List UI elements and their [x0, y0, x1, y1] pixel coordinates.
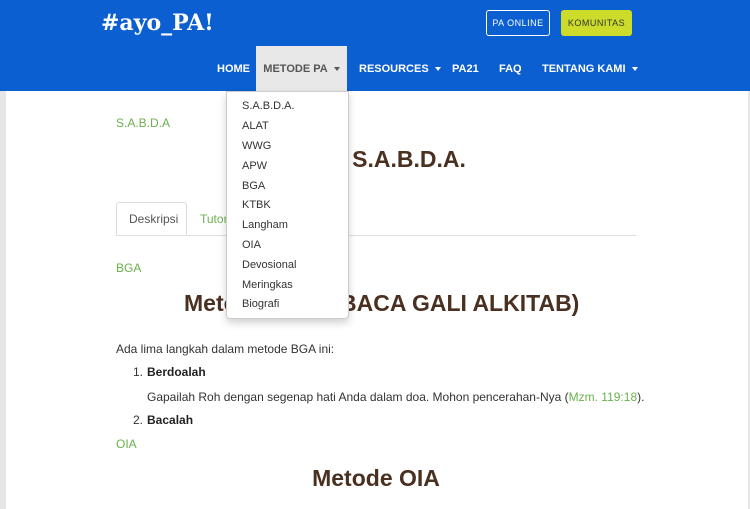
nav-faq-label: FAQ	[499, 62, 522, 75]
step-description: Gapailah Roh dengan segenap hati Anda da…	[147, 390, 644, 404]
step-title: Berdoalah	[147, 365, 206, 379]
komunitas-button[interactable]: KOMUNITAS	[561, 10, 632, 36]
tab-bar: Deskripsi Tutor	[116, 202, 636, 236]
navbar: #ayo_PA! PA ONLINE KOMUNITAS HOME METODE…	[0, 0, 750, 91]
step-number: 2.	[133, 413, 144, 427]
dropdown-item-ktbk[interactable]: KTBK	[242, 199, 271, 211]
nav-metode-pa[interactable]: METODE PA	[256, 46, 347, 91]
pa-online-button[interactable]: PA ONLINE	[486, 10, 550, 36]
nav-pa21-label: PA21	[452, 62, 479, 75]
tab-tutorial-label: Tutor	[200, 211, 228, 226]
tab-tutorial[interactable]: Tutor	[200, 202, 228, 235]
nav-metode-pa-label: METODE PA	[263, 62, 328, 75]
tab-deskripsi-label: Deskripsi	[129, 211, 179, 226]
dropdown-item-alat[interactable]: ALAT	[242, 120, 269, 132]
nav-home[interactable]: HOME	[217, 46, 250, 91]
step-description-end: ).	[637, 390, 645, 404]
bible-reference-link[interactable]: Mzm. 119:18	[569, 390, 637, 404]
nav-resources-label: RESOURCES	[359, 62, 429, 75]
dropdown-item-bga[interactable]: BGA	[242, 180, 265, 192]
dropdown-item-oia[interactable]: OIA	[242, 239, 261, 251]
step-number: 1.	[133, 365, 144, 379]
bga-intro-text: Ada lima langkah dalam metode BGA ini:	[116, 342, 335, 356]
caret-down-icon	[333, 66, 340, 71]
dropdown-item-apw[interactable]: APW	[242, 160, 267, 172]
page-title: e S.A.B.D.A.	[333, 146, 466, 172]
step-description-text: Gapailah Roh dengan segenap hati Anda da…	[147, 390, 569, 404]
bga-heading-right: BACA GALI ALKITAB)	[340, 290, 580, 316]
oia-heading: Metode OIA	[312, 465, 440, 491]
main-nav: HOME METODE PA RESOURCES PA21 FAQ TENTAN…	[0, 46, 750, 91]
dropdown-item-biografi[interactable]: Biografi	[242, 298, 279, 310]
caret-down-icon	[631, 66, 638, 71]
breadcrumb-link[interactable]: S.A.B.D.A	[116, 116, 170, 130]
dropdown-item-sabda[interactable]: S.A.B.D.A.	[242, 100, 295, 112]
nav-resources[interactable]: RESOURCES	[359, 46, 441, 91]
nav-faq[interactable]: FAQ	[499, 46, 522, 91]
bga-link[interactable]: BGA	[116, 261, 141, 275]
dropdown-item-wwg[interactable]: WWG	[242, 140, 271, 152]
nav-pa21[interactable]: PA21	[452, 46, 479, 91]
oia-link[interactable]: OIA	[116, 437, 137, 451]
dropdown-item-langham[interactable]: Langham	[242, 219, 288, 231]
tab-deskripsi[interactable]: Deskripsi	[116, 202, 187, 235]
nav-home-label: HOME	[217, 62, 250, 75]
brand-logo[interactable]: #ayo_PA!	[101, 10, 214, 36]
nav-tentang-kami-label: TENTANG KAMI	[542, 62, 626, 75]
dropdown-item-devosional[interactable]: Devosional	[242, 259, 296, 271]
caret-down-icon	[434, 66, 441, 71]
page-edge-left	[0, 91, 6, 509]
nav-tentang-kami[interactable]: TENTANG KAMI	[542, 46, 638, 91]
dropdown-item-meringkas[interactable]: Meringkas	[242, 279, 293, 291]
step-title: Bacalah	[147, 413, 194, 427]
metode-pa-dropdown: S.A.B.D.A. ALAT WWG APW BGA KTBK Langham…	[226, 91, 349, 319]
